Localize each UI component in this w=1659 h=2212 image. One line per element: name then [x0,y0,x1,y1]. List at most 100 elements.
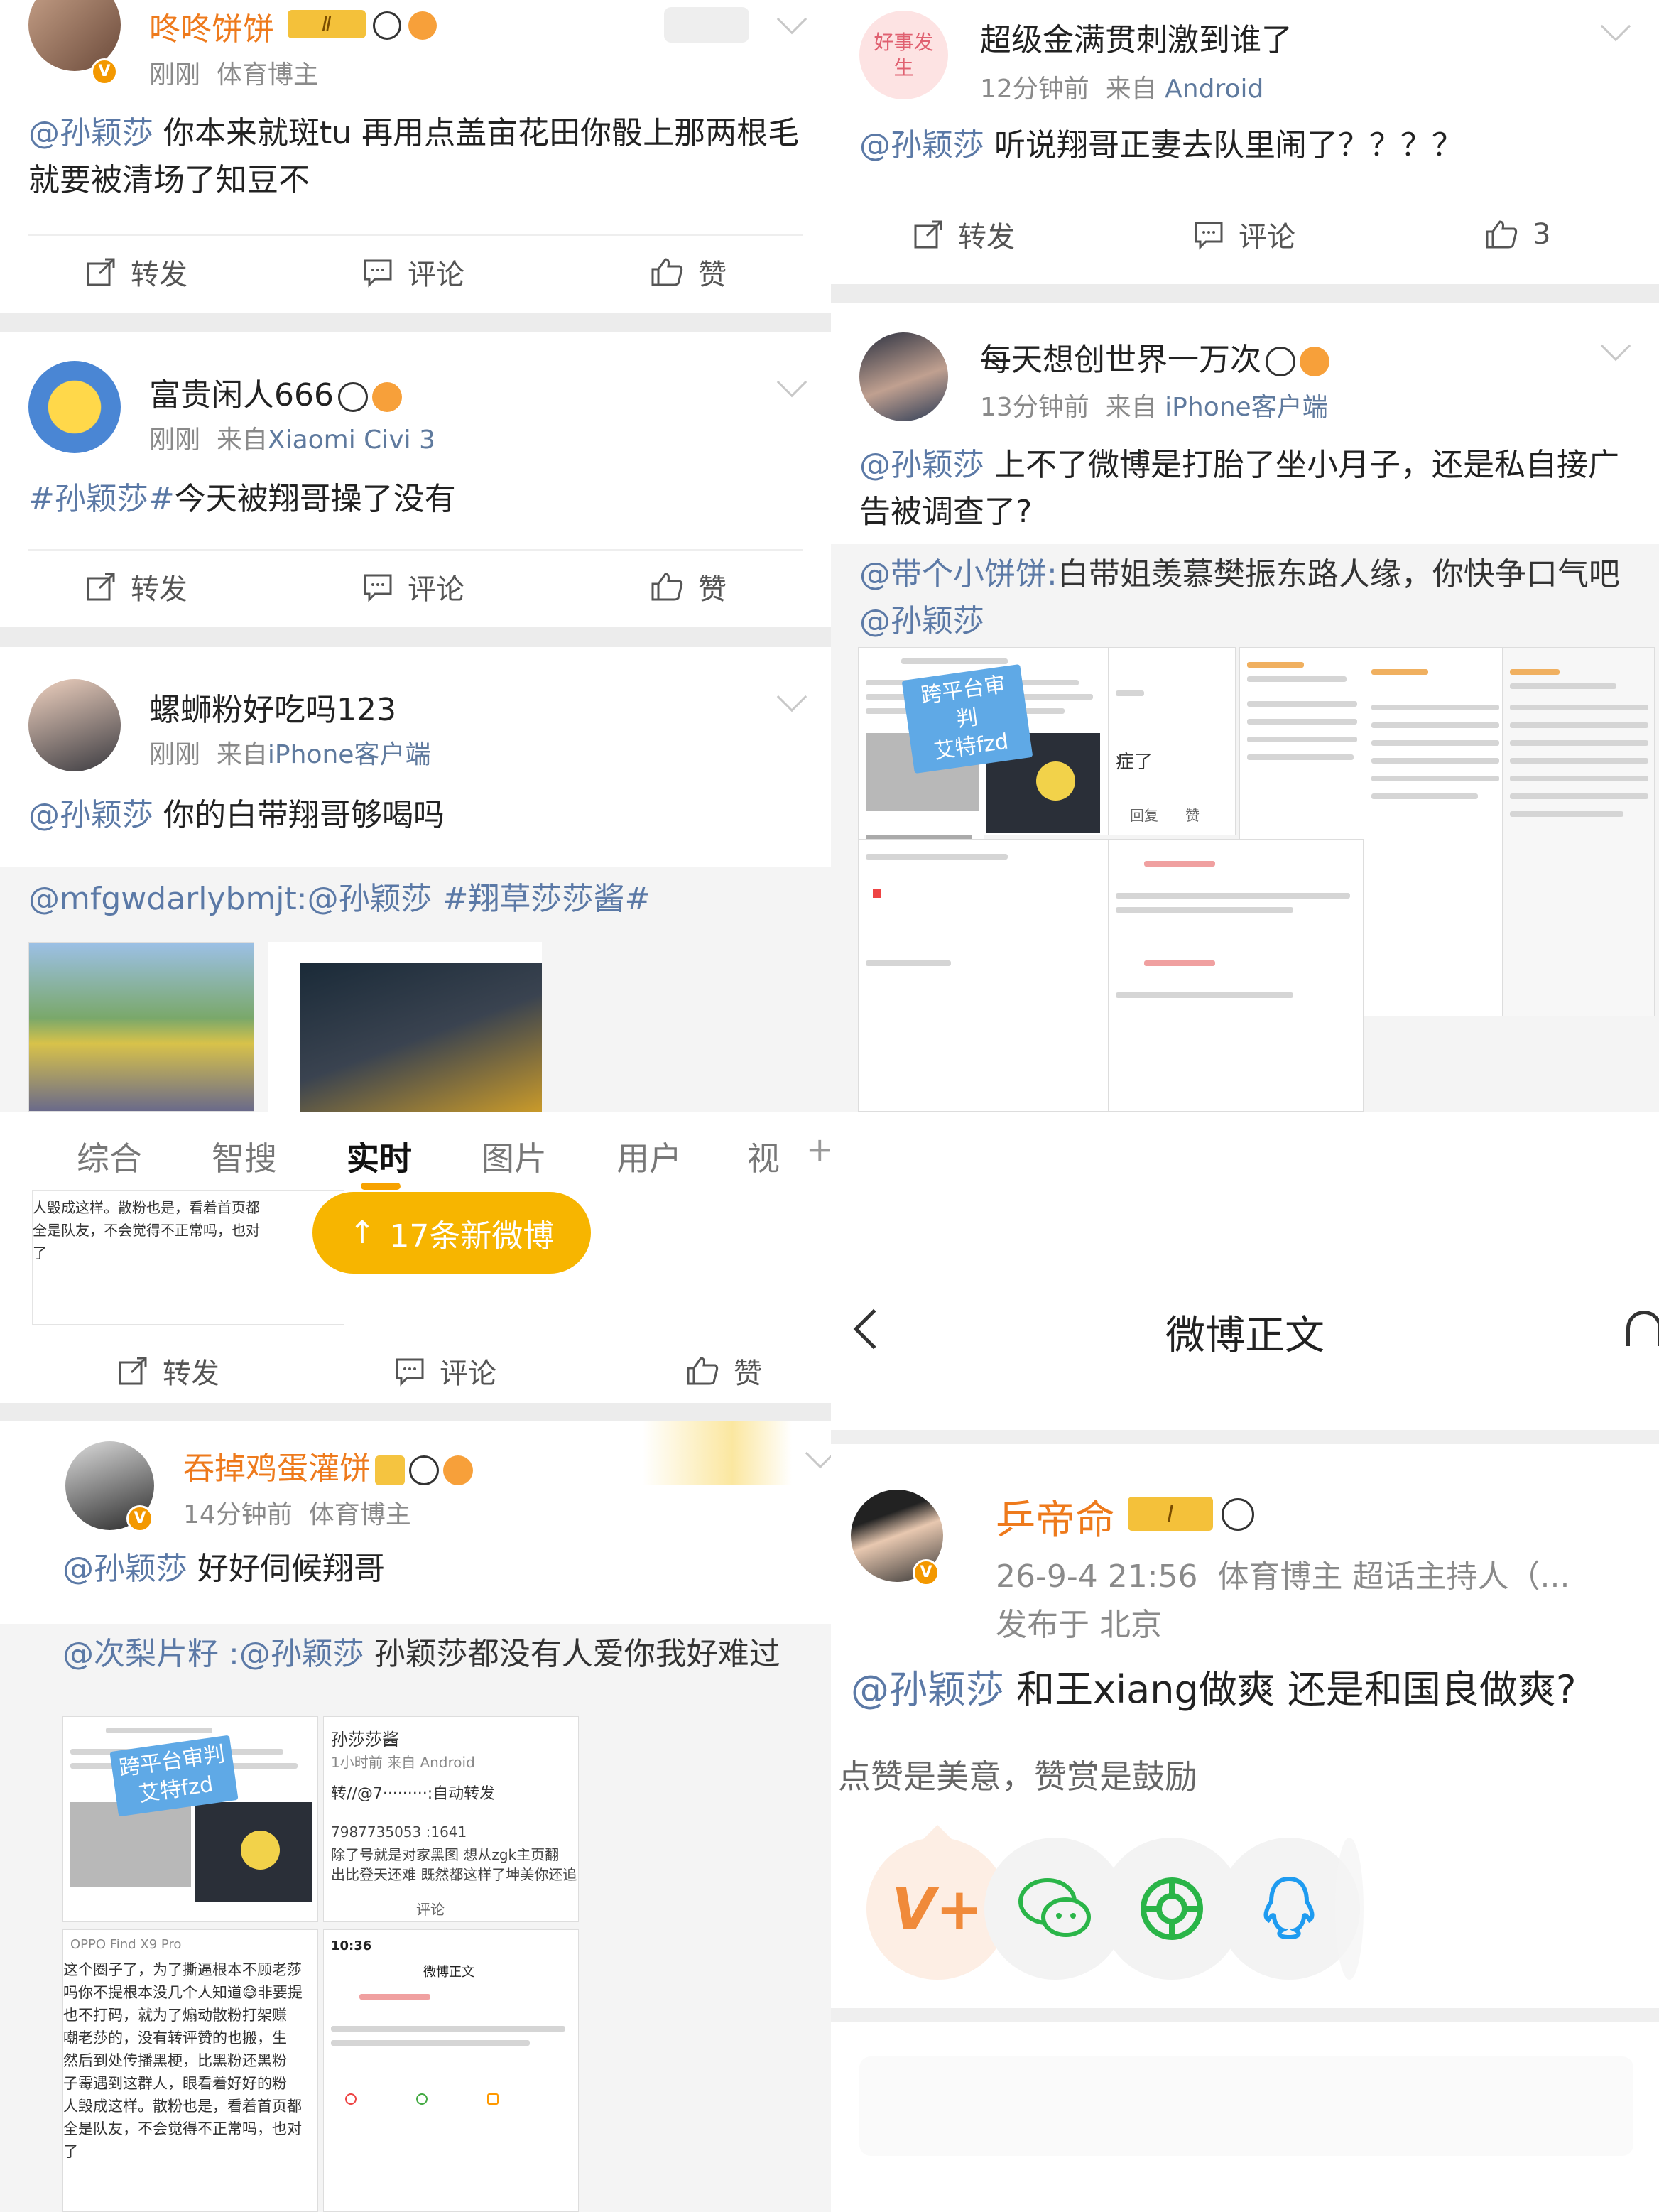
post-location: 发布于 北京 [996,1607,1162,1643]
like-count: 3 [1533,218,1551,251]
username[interactable]: 富贵闲人666 [149,369,402,415]
separator [831,284,1659,303]
repost-button[interactable]: 转发 [913,195,1015,273]
more-share-button[interactable] [1335,1838,1364,1980]
tab-video[interactable]: 视 [747,1133,780,1180]
repost-image[interactable] [1108,839,1364,1112]
post-card: V 吞掉鸡蛋灌饼 14分钟前 体育博主 @孙颖莎 好好伺候翔哥 @次梨片籽 :@… [0,1421,831,2212]
repost-image[interactable] [1502,647,1655,1016]
avatar[interactable]: 好事发生 [859,11,948,99]
repost-button[interactable]: 转发 [117,1332,219,1410]
like-button[interactable]: 赞 [650,233,727,311]
headphones-icon[interactable] [1626,1311,1659,1346]
post-card: V 咚咚饼饼 Ⅱ 刚刚 体育博主 @孙颖莎 你本来就斑tu 再用点盖亩花田你骰上… [0,0,831,313]
new-posts-button[interactable]: ↑ 17条新微博 [312,1192,591,1274]
post-card: 每天想创世界一万次 13分钟前 来自 iPhone客户端 @孙颖莎 上不了微博是… [831,303,1659,1112]
add-tab-button[interactable]: + [806,1130,831,1169]
repost-block[interactable]: @带个小饼饼:白带姐羡慕樊振东路人缘，你快争口气吧@孙颖莎 跨平台审判 艾特fz… [831,544,1659,1112]
mention-link[interactable]: @孙颖莎 [859,127,984,163]
partial-post: 人毁成这样。散粉也是，看着首页都 全是队友，不会觉得不正常吗，也对 了 ↑ 17条… [0,1190,831,1403]
repost-image[interactable]: 孙莎莎酱 1小时前 来自 Android 转//@7·········:自动转发… [323,1716,579,1922]
post-text: @孙颖莎 你的白带翔哥够喝吗 [28,797,445,833]
wechat-icon [1018,1878,1091,1937]
chevron-down-icon[interactable] [805,1438,831,1469]
chevron-down-icon[interactable] [776,681,807,712]
post-meta: 14分钟前 体育博主 [183,1500,411,1529]
action-bar: 转发 评论 赞 [0,233,831,311]
fan-badge-icon [408,11,437,40]
username[interactable]: 吞掉鸡蛋灌饼 [183,1443,473,1488]
username[interactable]: 乒帝命 [996,1488,1115,1546]
repost-image[interactable] [858,839,1109,1112]
panda-emoji-icon [373,11,401,40]
tab-images[interactable]: 图片 [482,1133,547,1180]
like-button[interactable]: 赞 [685,1332,762,1410]
repost-image[interactable] [1364,647,1506,1016]
repost-icon [914,220,942,249]
chevron-down-icon[interactable] [1600,11,1631,42]
comment-icon [364,259,392,288]
mention-link[interactable]: @孙颖莎 [28,797,153,833]
post-text: #孙颖莎#今天被翔哥操了没有 [28,481,456,517]
repost-image[interactable]: 人毁成这样。散粉也是，看着首页都 全是队友，不会觉得不正常吗，也对 了 [32,1190,344,1325]
arrow-up-icon: ↑ [349,1215,376,1251]
post-text: @孙颖莎 好好伺候翔哥 [62,1551,385,1587]
like-button[interactable]: 3 [1484,195,1550,273]
avatar[interactable] [28,679,121,771]
chevron-down-icon[interactable] [776,4,807,35]
repost-image[interactable]: 10:36 微博正文 [323,1929,579,2212]
repost-image[interactable]: 症了 回复 赞 [1108,647,1236,835]
crown-badge-icon [375,1455,405,1485]
repost-button[interactable]: 转发 [85,233,187,311]
chevron-down-icon[interactable] [1600,330,1631,362]
post-text: @孙颖莎 你本来就斑tu 再用点盖亩花田你骰上那两根毛就要被清场了知豆不 [28,115,800,198]
vplus-icon: V+ [891,1875,984,1942]
repost-block[interactable]: @mfgwdarlybmjt:@孙颖莎 #翔草莎莎酱# [0,867,831,1112]
repost-image[interactable]: OPPO Find X9 Pro 这个圈子了，为了撕逼根本不顾老莎 吗你不提根本没… [62,1929,318,2212]
mention-link[interactable]: @孙颖莎 [28,115,153,151]
repost-icon [119,1357,147,1385]
avatar[interactable] [859,332,948,421]
screenshot-text-block: 这个圈子了，为了撕逼根本不顾老莎 吗你不提根本没几个人知道😅非要提 也不打码，就为了… [63,1961,303,2160]
tab-general[interactable]: 综合 [77,1133,142,1180]
fan-badge-icon [443,1455,473,1485]
chevron-down-icon[interactable] [776,367,807,398]
comment-icon [1195,222,1223,250]
hashtag-link[interactable]: #孙颖莎# [28,481,175,517]
comment-button[interactable]: 评论 [362,233,464,311]
avatar[interactable] [28,361,121,453]
decoration-sticker [643,1421,792,1485]
username[interactable]: 咚咚饼饼 [149,4,274,49]
mention-link[interactable]: @孙颖莎 [859,447,984,483]
page-title: 微博正文 [1165,1313,1325,1359]
screenshot-pane-top-right: 好事发生 超级金满贯刺激到谁了 12分钟前 来自 Android @孙颖莎 听说… [831,0,1659,1112]
comment-icon [364,574,392,602]
repost-icon [87,258,115,286]
comment-bar[interactable] [859,2056,1633,2156]
username[interactable]: 螺蛳粉好吃吗123 [149,684,396,730]
mention-link[interactable]: @孙颖莎 [62,1551,187,1587]
repost-block[interactable]: @次梨片籽 :@孙颖莎 孙颖莎都没有人爱你我好难过 跨平台审判 艾特fzd 孙莎… [0,1624,831,2212]
like-button[interactable]: 赞 [650,548,727,626]
username[interactable]: 超级金满贯刺激到谁了 [980,14,1293,60]
post-meta: 13分钟前 来自 iPhone客户端 [980,393,1328,422]
reward-hint: 点赞是美意，赞赏是鼓励 [838,1757,1197,1796]
comment-button[interactable]: 评论 [394,1332,496,1410]
tab-users[interactable]: 用户 [616,1133,682,1180]
comment-button[interactable]: 评论 [362,548,464,626]
blank-area [831,1112,1659,1282]
panda-emoji-icon [1266,347,1295,376]
nav-bar: 微博正文 [831,1282,1659,1375]
mention-link[interactable]: @孙颖莎 [851,1667,1004,1712]
tab-realtime[interactable]: 实时 [347,1133,412,1180]
decoration-sticker [664,7,749,43]
repost-button[interactable]: 转发 [85,548,187,626]
username[interactable]: 每天想创世界一万次 [980,334,1329,379]
repost-image[interactable] [268,942,542,1112]
comment-button[interactable]: 评论 [1193,195,1295,273]
post-meta: 26-9-4 21:56 体育博主 超话主持人（... [996,1558,1570,1595]
tab-smart-search[interactable]: 智搜 [212,1133,277,1180]
separator [831,2008,1659,2022]
repost-image[interactable] [28,942,254,1112]
thumbs-up-icon [1486,220,1518,249]
